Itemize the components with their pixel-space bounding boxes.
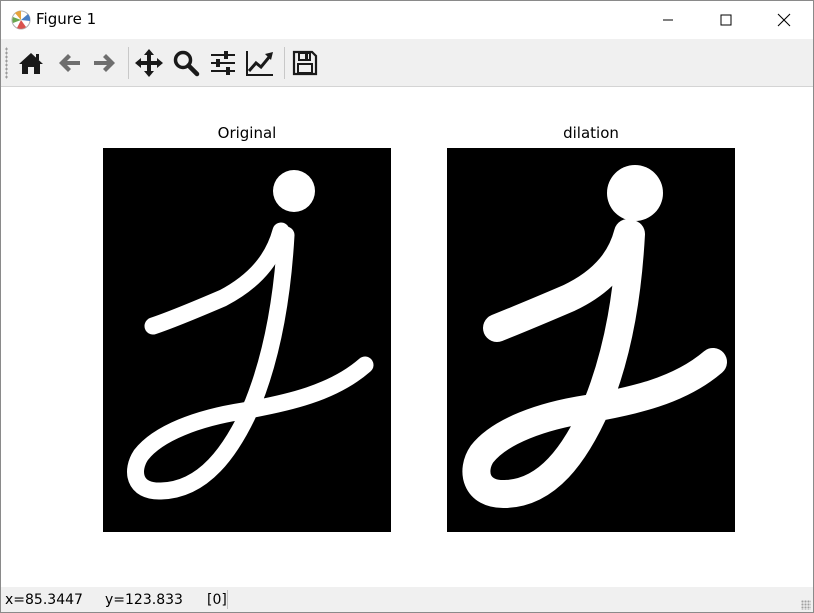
- original-letter-image: [127, 170, 374, 500]
- right-axes-title: dilation: [563, 124, 619, 142]
- dilation-letter-image: [462, 165, 727, 508]
- arrow-left-icon: [59, 54, 80, 72]
- cursor-y-readout: y=123.833: [105, 592, 183, 608]
- resize-grip[interactable]: [801, 600, 811, 610]
- original-image[interactable]: [103, 148, 391, 532]
- edit-axes-button[interactable]: [243, 46, 277, 80]
- maximize-button[interactable]: [697, 1, 755, 39]
- home-button[interactable]: [14, 46, 48, 80]
- configure-subplots-button[interactable]: [206, 46, 240, 80]
- toolbar-grip[interactable]: [5, 47, 8, 79]
- figure-canvas[interactable]: Original dilation: [1, 87, 813, 587]
- floppy-disk-icon: [292, 50, 318, 76]
- zoom-button[interactable]: [169, 46, 203, 80]
- status-bar: x=85.3447 y=123.833 [0]: [1, 587, 813, 612]
- line-chart-icon: [246, 51, 273, 76]
- move-icon: [135, 49, 163, 77]
- figure-window: Figure 1 Original dilation x=85.3447 y=1…: [0, 0, 814, 613]
- sliders-icon: [211, 51, 235, 75]
- toolbar-separator: [128, 47, 129, 79]
- navigation-toolbar: [1, 39, 813, 87]
- title-bar[interactable]: Figure 1: [1, 1, 813, 39]
- toolbar-separator: [284, 47, 285, 79]
- pixel-value-readout: [0]: [207, 592, 227, 608]
- back-button[interactable]: [52, 46, 86, 80]
- status-separator: [227, 590, 228, 609]
- close-icon: [777, 13, 791, 27]
- magnifier-icon: [173, 50, 200, 77]
- forward-button[interactable]: [88, 46, 122, 80]
- minimize-icon: [663, 19, 673, 21]
- arrow-right-icon: [94, 54, 115, 72]
- window-title: Figure 1: [36, 10, 97, 28]
- maximize-icon: [720, 14, 732, 26]
- cursor-x-readout: x=85.3447: [5, 592, 83, 608]
- home-icon: [19, 53, 43, 74]
- left-axes-title: Original: [217, 124, 277, 142]
- close-button[interactable]: [755, 1, 813, 39]
- pan-button[interactable]: [132, 46, 166, 80]
- minimize-button[interactable]: [639, 1, 697, 39]
- dilation-image[interactable]: [447, 148, 735, 532]
- matplotlib-logo-icon: [11, 10, 31, 30]
- save-button[interactable]: [288, 46, 322, 80]
